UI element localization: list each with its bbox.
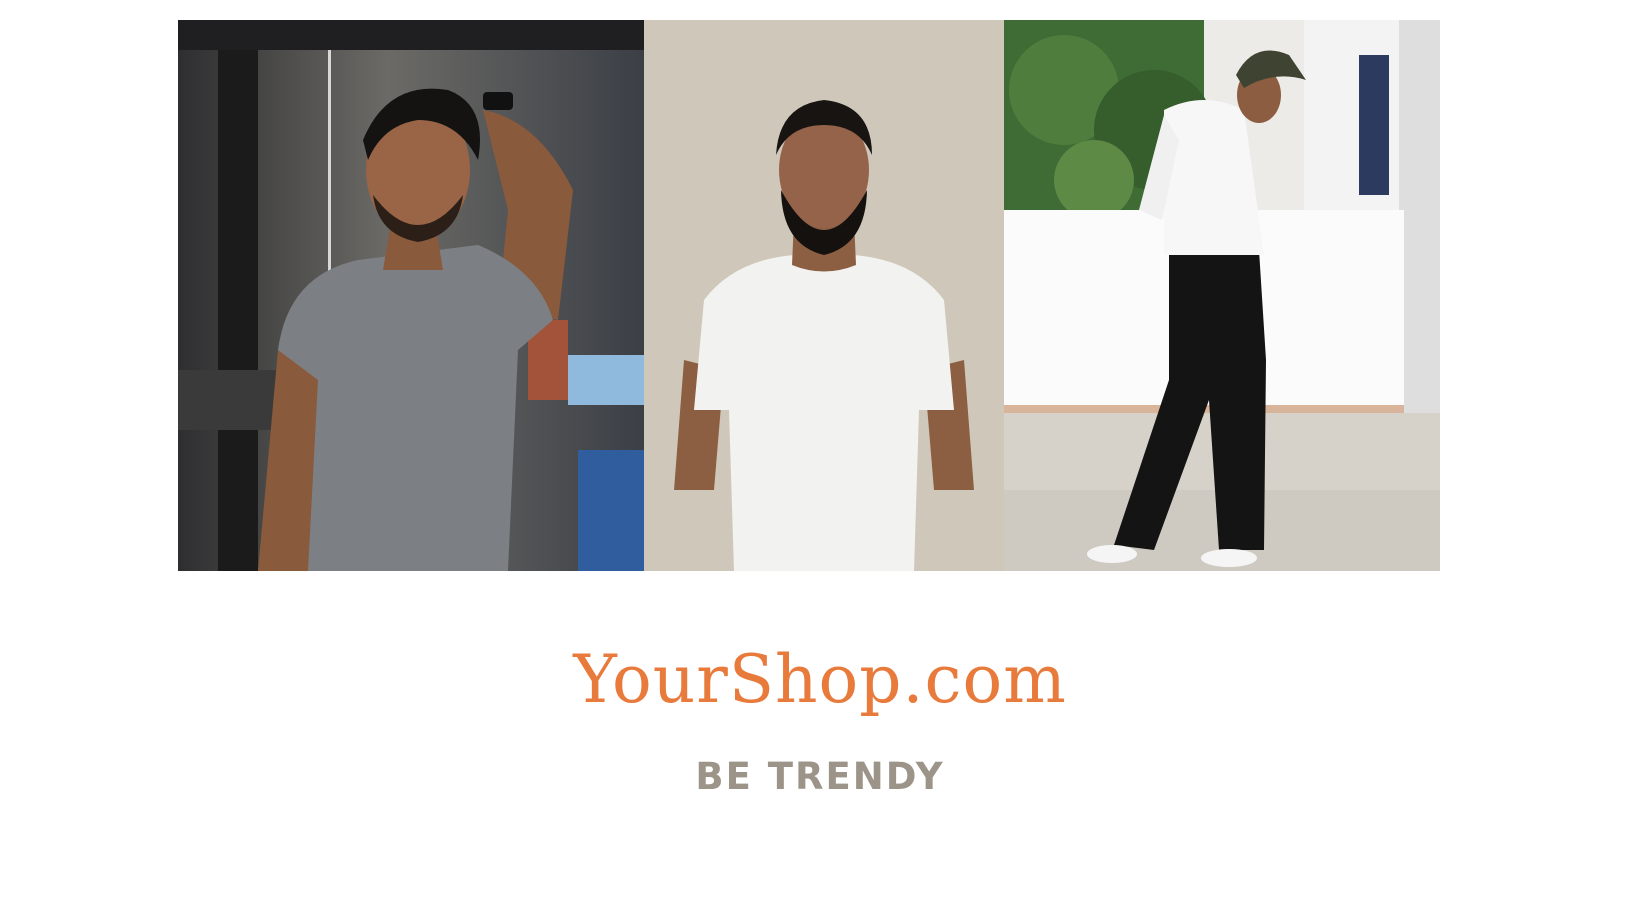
- tagline: BE TRENDY: [695, 755, 945, 798]
- brand-title: YourShop.com: [573, 641, 1067, 718]
- photo-man-white-tshirt: [644, 20, 1004, 571]
- photo-man-white-shirt-black-pants: [1004, 20, 1440, 571]
- photo-man-grey-tshirt: [178, 20, 644, 571]
- photo-collage: [178, 20, 1440, 571]
